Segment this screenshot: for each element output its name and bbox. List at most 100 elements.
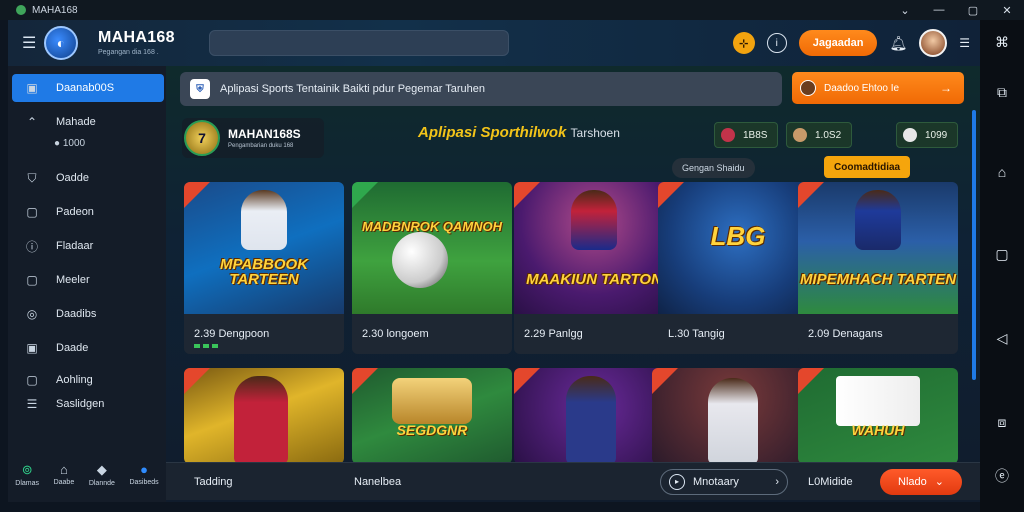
fire-icon: ● [140,462,148,477]
home-icon[interactable]: ⌂ [980,164,1024,180]
bottom-bar-select-label: Mnotaary [693,475,739,488]
sidebar-item-mahade[interactable]: ⌃ Mahade [12,108,164,136]
game-card-title: MAAKIUN TARTON [526,271,662,289]
square-icon[interactable]: ▢ [980,246,1024,263]
game-card-title: LBG [710,220,766,251]
game-card-title: WAHUH [851,422,905,438]
square-icon: ▣ [26,341,38,355]
sidebar-item-meeler[interactable]: ▢ Meeler [12,266,164,294]
bottom-bar-button-label: Nlado [898,475,927,488]
home-icon: ⌂ [59,462,68,477]
notice-bar[interactable]: ⛨ Aplipasi Sports Tentainik Baikti pdur … [180,72,782,106]
bell-icon[interactable]: 🔔︎ [889,35,907,52]
game-card[interactable]: MAAKIUN TARTON 2.29 Panlgg [514,182,674,354]
game-card[interactable] [652,368,812,464]
game-card[interactable] [184,368,344,464]
multiwindow-icon[interactable]: ⧈ [980,414,1024,431]
game-card-odds: 2.30 longoem [362,328,429,340]
game-card-art: MAAKIUN TARTON [514,182,674,314]
stat-badge[interactable]: 1B8S [714,122,779,148]
sidebar-item-daade[interactable]: ▣ Daade [12,334,164,362]
sidebar-item-label: Saslidgen [56,398,105,410]
sidebar-item-padeon[interactable]: ▢ Padeon [12,198,164,226]
banner-logo-name: MAHAN168S [228,126,301,141]
stat-value: 1099 [925,129,948,141]
featured-tag[interactable]: Coomadtidiaa [824,156,911,178]
sidebar-item-dashboard[interactable]: ▣ Daanab00S [12,74,164,102]
game-card[interactable]: MIPEMHACH TARTEN 2.09 Denagans [798,182,958,354]
scrollbar[interactable] [972,110,976,380]
badge-icon: ⛨ [190,79,210,99]
arrow-right-icon: → [940,81,952,95]
square-icon: ▢ [26,273,38,287]
banner-headline-text: Aplipasi Sporthilwok [418,124,567,141]
bottom-bar-right[interactable]: L0Midide [808,476,853,488]
bottom-bar-button[interactable]: Nlado ⌄ [880,468,962,495]
coin-icon[interactable]: ⊹ [732,32,755,54]
avatar[interactable] [919,29,948,57]
circle-icon: ◎ [26,307,38,321]
maximize-icon[interactable]: ▢ [956,4,990,17]
game-card-meta: 2.30 longoem [352,314,512,354]
bottom-bar-left[interactable]: Tadding [194,476,233,488]
stat-badge[interactable]: 1.0S2 [786,122,853,148]
stat-value: 1.0S2 [815,129,842,141]
location-icon: ⊚ [21,462,33,477]
sliders-icon: ☰ [26,397,38,411]
game-card[interactable]: WAHUH [798,368,958,464]
info-icon: ⓘ [25,239,38,254]
bottom-bar-select[interactable]: ▸ Mnotaary › [660,468,788,495]
logo-icon[interactable]: ◐ [44,26,78,60]
bottom-bar: Tadding Nanelbea ▸ Mnotaary › L0Midide N… [166,462,980,500]
sidebar-item-label: Padeon [56,206,94,218]
info-icon[interactable]: i [766,33,787,53]
menu-icon[interactable]: ☰ [22,33,40,53]
sidebar-bottom-nav: ⊚ Dlamas ⌂ Daabe ◆ Dlannde ● Dasibeds [8,462,166,498]
player-icon [793,128,807,142]
banner-logo[interactable]: 7 MAHAN168S Pengambarian duku 168 [182,118,324,158]
info-icon[interactable]: ⓔ [980,466,1024,486]
game-card[interactable] [514,368,674,464]
sidebar-item-label: Meeler [56,274,90,286]
promo-button[interactable]: Daadoo Ehtoo Ie → [792,72,964,104]
bottom-nav-dasibeds[interactable]: ● Dasibeds [129,462,158,498]
bottom-bar-mid[interactable]: Nanelbea [354,476,401,488]
category-tag[interactable]: Gengan Shaidu [672,158,755,178]
collapse-icon[interactable]: ⌄ [888,4,922,17]
ball-icon [903,128,917,142]
close-icon[interactable]: ✕ [990,4,1024,17]
bottom-nav-label: Dlamas [15,480,40,487]
sidebar-item-label: Daanab00S [56,82,115,94]
bottom-nav-label: Daabe [53,479,75,486]
screenshot-icon[interactable]: ⧉ [980,84,1024,101]
game-card-odds: 2.29 Panlgg [524,328,583,340]
game-card-meta: 2.29 Panlgg [514,314,674,354]
bottom-nav-dlannde[interactable]: ◆ Dlannde [89,462,115,498]
search-input[interactable] [208,30,509,56]
gamepad-icon[interactable]: ⌘ [980,34,1024,51]
bottom-nav-label: Dasibeds [129,479,159,486]
sidebar: ▣ Daanab00S ⌃ Mahade ● 1000 ⛉ Oadde ▢ Pa… [8,66,166,502]
minimize-icon[interactable]: — [922,4,956,16]
game-card[interactable]: SEGDGNR [352,368,512,464]
signup-button[interactable]: Jagaadan [798,30,878,56]
bottom-nav-daabe[interactable]: ⌂ Daabe [54,462,75,498]
sidebar-item-label: Fladaar [56,240,94,252]
sidebar-item-fladaar[interactable]: ⓘ Fladaar [12,232,164,260]
sidebar-item-saslidgen[interactable]: ☰ Saslidgen [12,390,164,418]
bottom-nav-dlamas[interactable]: ⊚ Dlamas [15,462,39,498]
sidebar-item-daadibs[interactable]: ◎ Daadibs [12,300,164,328]
back-icon[interactable]: ◁ [980,330,1024,347]
game-card-art: MADBNROK QAMNOH [352,182,512,314]
game-card-art: MPABBOOK TARTEEN [184,182,344,314]
stat-badge[interactable]: 1099 [896,122,959,148]
game-card[interactable]: MPABBOOK TARTEEN 2.39 Dengpoon [184,182,344,354]
brand-tagline: Pegangan dia 168 . [98,49,159,56]
menu-lines-icon[interactable]: ☰ [959,36,970,50]
shield-icon: ⛉ [27,170,37,185]
game-card[interactable]: LBG L.30 Tangig [658,182,818,354]
sidebar-item-oadde[interactable]: ⛉ Oadde [12,164,164,192]
chevron-up-icon: ⌃ [26,115,38,129]
shield-logo-icon: 7 [184,120,220,156]
game-card[interactable]: MADBNROK QAMNOH 2.30 longoem [352,182,512,354]
